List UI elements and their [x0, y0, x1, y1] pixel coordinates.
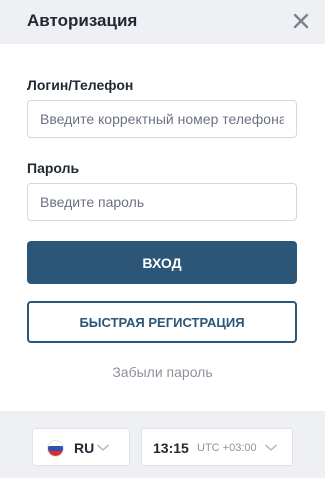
- language-code: RU: [74, 440, 95, 456]
- modal-header: Авторизация: [0, 0, 325, 44]
- login-label: Логин/Телефон: [27, 77, 134, 93]
- quick-register-button[interactable]: БЫСТРАЯ РЕГИСТРАЦИЯ: [27, 301, 297, 343]
- timezone-select[interactable]: 13:15 UTC +03:00: [141, 428, 293, 466]
- modal-footer: RU 13:15 UTC +03:00: [0, 411, 325, 478]
- login-input[interactable]: [27, 100, 297, 138]
- chevron-down-icon: [97, 444, 109, 452]
- password-label: Пароль: [27, 160, 80, 176]
- password-input[interactable]: [27, 183, 297, 221]
- language-select[interactable]: RU: [32, 428, 130, 466]
- chevron-down-icon: [265, 444, 277, 452]
- login-button[interactable]: ВХОД: [27, 241, 297, 284]
- forgot-password-link[interactable]: Забыли пароль: [0, 364, 325, 380]
- russia-flag-icon: [48, 441, 63, 456]
- current-time: 13:15: [153, 440, 189, 456]
- close-icon[interactable]: [291, 11, 311, 31]
- modal-title: Авторизация: [27, 11, 138, 30]
- timezone-value: UTC +03:00: [197, 442, 257, 454]
